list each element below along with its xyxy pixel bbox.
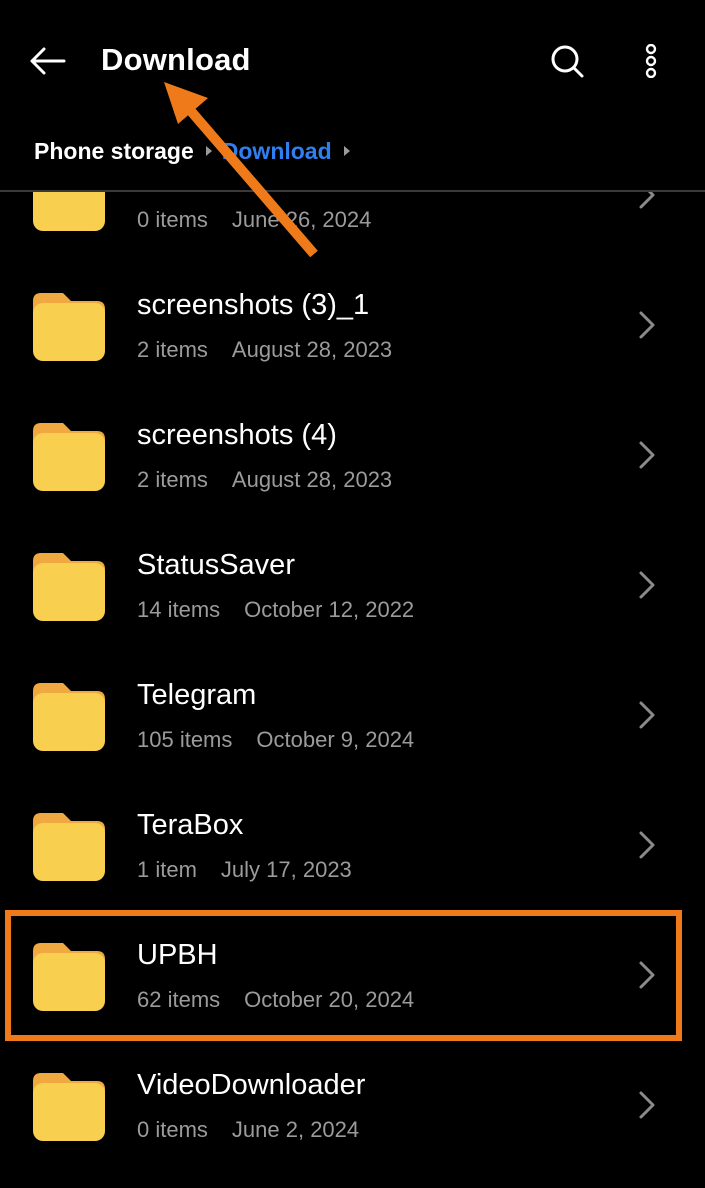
more-options-button[interactable] <box>630 38 672 84</box>
folder-icon <box>33 289 105 361</box>
folder-icon <box>33 192 105 231</box>
folder-row[interactable]: screenshots (3)_1 2 items August 28, 2023 <box>0 260 705 390</box>
folder-row[interactable]: UPBH 62 items October 20, 2024 <box>0 910 705 1040</box>
folder-item-count: 14 items <box>137 597 221 622</box>
folder-item-count: 62 items <box>137 987 221 1012</box>
folder-meta: 1 item July 17, 2023 <box>137 856 352 884</box>
breadcrumb-download[interactable]: Download <box>222 138 332 165</box>
folder-date: October 9, 2024 <box>256 727 415 752</box>
folder-icon <box>33 1069 105 1141</box>
folder-icon <box>33 809 105 881</box>
folder-icon <box>33 939 105 1011</box>
breadcrumb: Phone storage Download <box>34 134 360 168</box>
folder-icon <box>33 549 105 621</box>
chevron-right-icon <box>636 830 660 860</box>
folder-meta: 2 items August 28, 2023 <box>137 466 392 494</box>
folder-icon <box>33 419 105 491</box>
search-button[interactable] <box>544 38 590 84</box>
chevron-right-icon <box>636 700 660 730</box>
arrow-left-icon <box>30 47 66 75</box>
folder-item-count: 105 items <box>137 727 233 752</box>
folder-meta: 105 items October 9, 2024 <box>137 726 414 754</box>
more-vertical-icon <box>645 44 657 78</box>
folder-row[interactable]: 0 items June 26, 2024 <box>0 192 705 260</box>
folder-name: VideoDownloader <box>137 1069 366 1101</box>
folder-date: October 20, 2024 <box>244 987 415 1012</box>
folder-row[interactable]: TeraBox 1 item July 17, 2023 <box>0 780 705 910</box>
folder-row[interactable]: StatusSaver 14 items October 12, 2022 <box>0 520 705 650</box>
folder-name: TeraBox <box>137 809 244 841</box>
folder-meta: 14 items October 12, 2022 <box>137 596 414 624</box>
breadcrumb-phone-storage[interactable]: Phone storage <box>34 138 194 165</box>
chevron-right-icon <box>636 570 660 600</box>
folder-name: Telegram <box>137 679 257 711</box>
folder-icon <box>33 679 105 751</box>
folder-name: screenshots (3)_1 <box>137 289 370 321</box>
chevron-right-icon <box>636 960 660 990</box>
folder-item-count: 2 items <box>137 467 208 492</box>
search-icon <box>551 45 584 78</box>
back-button[interactable] <box>26 40 68 82</box>
folder-date: August 28, 2023 <box>231 337 393 362</box>
app-bar: Download <box>0 0 705 120</box>
folder-date: June 26, 2024 <box>231 207 372 232</box>
folder-date: October 12, 2022 <box>244 597 415 622</box>
breadcrumb-separator-icon <box>343 146 350 156</box>
folder-name: UPBH <box>137 939 218 971</box>
folder-row[interactable]: screenshots (4) 2 items August 28, 2023 <box>0 390 705 520</box>
folder-date: June 2, 2024 <box>231 1117 360 1142</box>
folder-meta: 62 items October 20, 2024 <box>137 986 414 1014</box>
folder-date: July 17, 2023 <box>220 857 352 882</box>
chevron-right-icon <box>636 192 660 210</box>
folder-item-count: 0 items <box>137 1117 208 1142</box>
folder-meta: 2 items August 28, 2023 <box>137 336 392 364</box>
folder-name: StatusSaver <box>137 549 295 581</box>
folder-row[interactable]: Telegram 105 items October 9, 2024 <box>0 650 705 780</box>
folder-item-count: 2 items <box>137 337 208 362</box>
folder-date: August 28, 2023 <box>231 467 393 492</box>
folder-meta: 0 items June 2, 2024 <box>137 1116 359 1144</box>
folder-meta: 0 items June 26, 2024 <box>137 206 371 234</box>
chevron-right-icon <box>636 310 660 340</box>
breadcrumb-separator-icon <box>205 146 212 156</box>
folder-item-count: 1 item <box>137 857 197 882</box>
page-title: Download <box>101 42 251 77</box>
chevron-right-icon <box>636 1090 660 1120</box>
folder-name: screenshots (4) <box>137 419 337 451</box>
folder-row[interactable]: VideoDownloader 0 items June 2, 2024 <box>0 1040 705 1170</box>
chevron-right-icon <box>636 440 660 470</box>
folder-item-count: 0 items <box>137 207 208 232</box>
folder-list[interactable]: 0 items June 26, 2024 screenshots (3)_1 2 i… <box>0 192 705 1188</box>
